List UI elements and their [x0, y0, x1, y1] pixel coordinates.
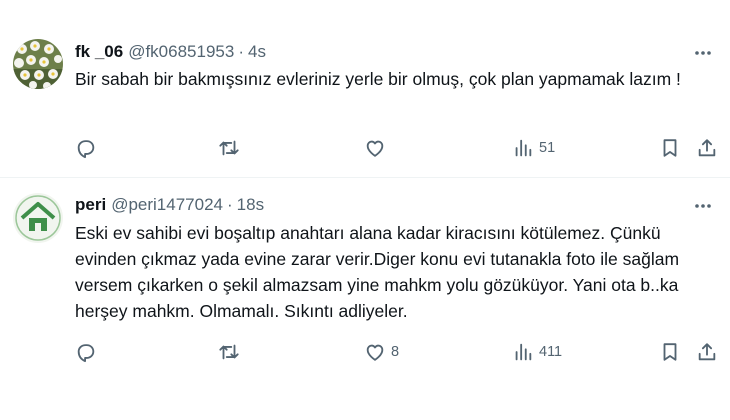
more-options-button[interactable]	[692, 42, 714, 64]
views-count: 51	[539, 140, 556, 156]
tweet[interactable]: peri @peri1477024 · 18s Eski ev sahibi e…	[0, 178, 730, 420]
views-chart-icon	[515, 343, 532, 361]
retweet-button[interactable]	[218, 133, 245, 163]
tweet-actions: 51	[0, 133, 730, 163]
bookmark-icon	[663, 139, 677, 157]
display-name[interactable]: fk _06	[75, 42, 123, 62]
heart-icon	[366, 344, 384, 361]
reply-icon	[77, 344, 95, 363]
green-house-logo-icon	[13, 193, 63, 243]
retweet-icon	[219, 140, 239, 156]
tweet-header: peri @peri1477024 · 18s	[75, 193, 264, 217]
heart-icon	[366, 140, 384, 157]
retweet-button[interactable]	[218, 337, 245, 367]
timestamp[interactable]: 4s	[248, 42, 266, 62]
avatar[interactable]	[13, 39, 63, 89]
reply-icon	[77, 140, 95, 159]
like-button[interactable]	[364, 133, 391, 163]
reply-button[interactable]	[75, 337, 102, 367]
share-button[interactable]	[696, 337, 718, 367]
views-button[interactable]: 51	[512, 133, 555, 163]
more-dots-icon	[695, 204, 711, 208]
tweet-actions: 8 411	[0, 337, 730, 367]
more-dots-icon	[695, 51, 711, 55]
timestamp[interactable]: 18s	[237, 195, 264, 215]
share-button[interactable]	[696, 133, 718, 163]
like-button[interactable]: 8	[364, 337, 399, 367]
avatar[interactable]	[13, 193, 63, 243]
retweet-icon	[219, 344, 239, 360]
tweet-text: Bir sabah bir bakmışsınız evleriniz yerl…	[75, 69, 681, 89]
user-handle[interactable]: @fk06851953	[128, 42, 234, 62]
tweet-header: fk _06 @fk06851953 · 4s	[75, 40, 266, 64]
bookmark-button[interactable]	[659, 133, 681, 163]
bookmark-button[interactable]	[659, 337, 681, 367]
display-name[interactable]: peri	[75, 195, 106, 215]
like-count: 8	[391, 344, 400, 360]
user-handle[interactable]: @peri1477024	[111, 195, 223, 215]
daisy-flowers-avatar-icon	[13, 39, 63, 89]
views-count: 411	[539, 344, 563, 360]
views-chart-icon	[515, 139, 532, 157]
share-icon	[698, 343, 716, 361]
separator: ·	[238, 42, 244, 61]
more-options-button[interactable]	[692, 195, 714, 217]
tweet[interactable]: fk _06 @fk06851953 · 4s Bir sabah bir ba…	[0, 0, 730, 178]
share-icon	[698, 139, 716, 157]
bookmark-icon	[663, 343, 677, 361]
separator: ·	[226, 195, 233, 214]
tweet-text: Eski ev sahibi evi boşaltıp anahtarı ala…	[75, 223, 680, 321]
reply-button[interactable]	[75, 133, 102, 163]
views-button[interactable]: 411	[512, 337, 562, 367]
